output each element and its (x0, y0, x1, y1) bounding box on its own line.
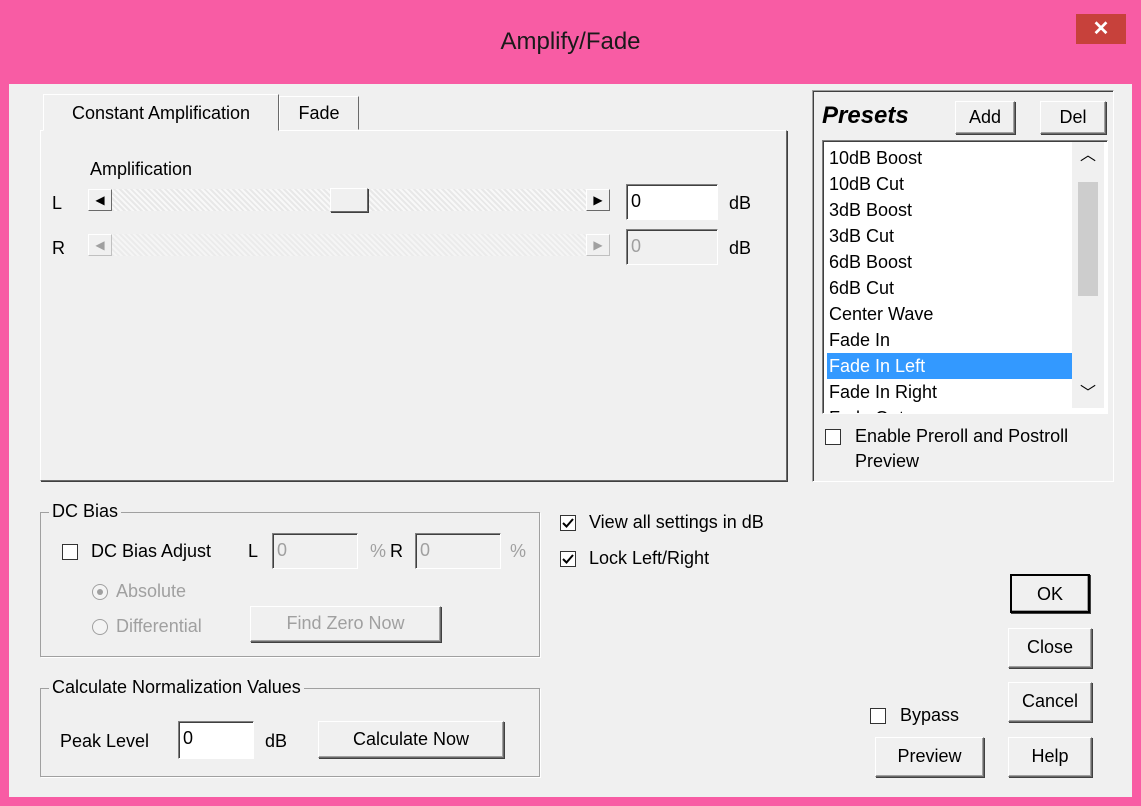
preset-list-item[interactable]: 6dB Boost (827, 249, 1073, 275)
close-icon: ✕ (1092, 18, 1110, 40)
preset-list-item[interactable]: 10dB Cut (827, 171, 1073, 197)
dc-bias-l-input: 0 (272, 533, 358, 569)
lock-left-right-checkbox[interactable] (560, 551, 576, 567)
dc-bias-r-percent: % (510, 541, 527, 561)
check-icon (562, 518, 574, 528)
amplification-heading: Amplification (90, 159, 193, 179)
calculate-now-button[interactable]: Calculate Now (318, 721, 504, 758)
right-amplification-input: 0 (626, 229, 718, 265)
close-window-button[interactable]: ✕ (1076, 14, 1126, 44)
preset-list-item[interactable]: 3dB Cut (827, 223, 1073, 249)
tab-label: Constant Amplification (71, 103, 251, 123)
scroll-down-arrow-icon[interactable]: ﹀ (1072, 382, 1104, 406)
differential-label: Differential (116, 616, 202, 636)
add-preset-button[interactable]: Add (955, 101, 1015, 134)
peak-level-unit: dB (265, 731, 288, 751)
presets-scrollbar[interactable]: ︿ ﹀ (1072, 142, 1104, 408)
bypass-checkbox[interactable] (870, 708, 886, 724)
presets-list[interactable]: 10dB Boost 10dB Cut 3dB Boost 3dB Cut 6dB Bo… (822, 140, 1108, 414)
preset-list-item[interactable]: 6dB Cut (827, 275, 1073, 301)
right-amplification-slider: ◀ ▶ (88, 232, 610, 258)
bypass-label: Bypass (900, 705, 960, 725)
slider-right-arrow-icon: ▶ (586, 234, 610, 256)
tab-constant-amplification[interactable]: Constant Amplification (43, 94, 279, 131)
radio-selected-dot (97, 589, 103, 595)
slider-track (112, 234, 586, 256)
dialog-window: Amplify/Fade ✕ Constant Amplification Fa… (0, 0, 1141, 806)
close-button[interactable]: Close (1008, 628, 1092, 668)
preset-list-item[interactable]: Fade Out (827, 405, 1073, 413)
left-unit-label: dB (729, 193, 752, 213)
dc-bias-r-input: 0 (415, 533, 501, 569)
absolute-radio (92, 584, 108, 600)
preset-list-item[interactable]: 3dB Boost (827, 197, 1073, 223)
dc-bias-group-label: DC Bias (49, 501, 122, 522)
tab-label: Fade (298, 103, 340, 123)
tab-panel-constant-amplification: Amplification L ◀ ▶ 0 dB R ◀ ▶ 0 dB (40, 130, 787, 481)
slider-right-arrow-icon[interactable]: ▶ (586, 189, 610, 211)
peak-level-input[interactable]: 0 (178, 721, 254, 759)
ok-button[interactable]: OK (1010, 574, 1090, 613)
scroll-up-arrow-icon[interactable]: ︿ (1072, 144, 1104, 168)
normalization-group-label: Calculate Normalization Values (49, 677, 304, 698)
check-icon (562, 554, 574, 564)
help-button[interactable]: Help (1008, 737, 1092, 777)
window-title: Amplify/Fade (500, 28, 641, 55)
dialog-client: Constant Amplification Fade Amplificatio… (9, 84, 1132, 797)
slider-thumb[interactable] (330, 188, 368, 212)
tab-fade[interactable]: Fade (279, 96, 359, 130)
enable-preroll-label-line2: Preview (855, 451, 920, 471)
left-amplification-input[interactable]: 0 (626, 184, 718, 220)
right-unit-label: dB (729, 238, 752, 258)
dc-bias-adjust-label: DC Bias Adjust (91, 541, 212, 561)
dc-bias-adjust-checkbox[interactable] (62, 544, 78, 560)
delete-preset-button[interactable]: Del (1040, 101, 1106, 134)
preset-list-item[interactable]: Fade In (827, 327, 1073, 353)
preset-list-item[interactable]: Fade In Left (827, 353, 1073, 379)
dc-bias-l-label: L (248, 541, 259, 561)
slider-left-arrow-icon[interactable]: ◀ (88, 189, 112, 211)
right-channel-label: R (52, 238, 65, 258)
absolute-label: Absolute (116, 581, 187, 601)
differential-radio (92, 619, 108, 635)
enable-preroll-label: Enable Preroll and Postroll (855, 426, 1069, 446)
lock-left-right-label: Lock Left/Right (589, 548, 710, 568)
preset-list-item[interactable]: Center Wave (827, 301, 1073, 327)
preview-button[interactable]: Preview (875, 737, 984, 777)
cancel-button[interactable]: Cancel (1008, 682, 1092, 722)
preset-list-item[interactable]: 10dB Boost (827, 145, 1073, 171)
presets-title: Presets (822, 102, 909, 129)
dc-bias-r-label: R (390, 541, 403, 561)
find-zero-now-button: Find Zero Now (250, 606, 441, 642)
peak-level-label: Peak Level (60, 731, 150, 751)
left-amplification-slider[interactable]: ◀ ▶ (88, 187, 610, 213)
preset-list-item[interactable]: Fade In Right (827, 379, 1073, 405)
view-db-label: View all settings in dB (589, 512, 764, 532)
view-db-checkbox[interactable] (560, 515, 576, 531)
left-channel-label: L (52, 193, 63, 213)
slider-left-arrow-icon: ◀ (88, 234, 112, 256)
scroll-thumb[interactable] (1078, 182, 1098, 296)
enable-preroll-checkbox[interactable] (825, 429, 841, 445)
dc-bias-l-percent: % (370, 541, 387, 561)
